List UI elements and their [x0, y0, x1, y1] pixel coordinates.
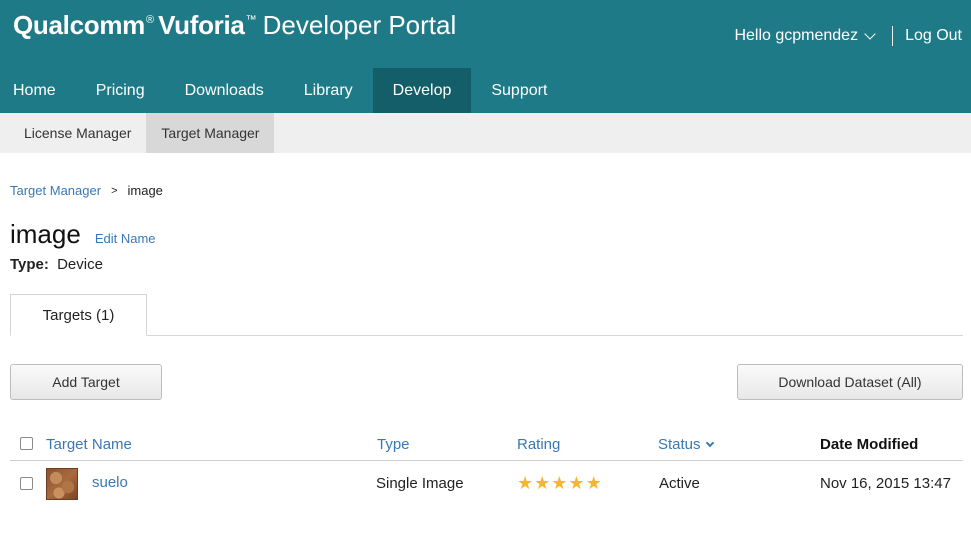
site-header: Qualcomm® Vuforia™ Developer Portal Hello … — [0, 0, 971, 113]
breadcrumb-separator: > — [111, 184, 118, 197]
column-type[interactable]: Type — [377, 436, 410, 453]
add-target-button[interactable]: Add Target — [10, 364, 162, 400]
target-status: Active — [659, 475, 700, 492]
page-title: image — [10, 219, 81, 249]
user-greeting: Hello gcpmendez — [734, 27, 859, 44]
brand-qualcomm: Qualcomm — [13, 10, 145, 40]
table-header: Target Name Type Rating Status Date Modi… — [10, 428, 963, 461]
rating-stars: ★ ★ ★ ★ ★ — [517, 473, 603, 493]
nav-pricing[interactable]: Pricing — [76, 68, 165, 113]
star-icon: ★ — [551, 473, 568, 493]
select-all-checkbox[interactable] — [20, 437, 33, 450]
target-type: Single Image — [376, 475, 464, 492]
breadcrumb-current: image — [127, 183, 163, 198]
tabs-divider — [10, 335, 963, 336]
trademark-mark: ™ — [245, 14, 257, 26]
column-date-modified: Date Modified — [820, 436, 919, 453]
star-icon: ★ — [534, 473, 551, 493]
download-dataset-button[interactable]: Download Dataset (All) — [737, 364, 963, 400]
brand-suffix: Developer Portal — [262, 10, 457, 40]
dry-soil-thumbnail[interactable] — [46, 468, 78, 500]
nav-develop[interactable]: Develop — [372, 68, 472, 113]
column-target-name[interactable]: Target Name — [46, 436, 132, 453]
target-name-link[interactable]: suelo — [92, 474, 128, 491]
registered-mark: ® — [145, 14, 155, 26]
tab-targets[interactable]: Targets (1) — [10, 294, 147, 336]
column-rating[interactable]: Rating — [517, 436, 560, 453]
star-icon: ★ — [568, 473, 585, 493]
brand-logo[interactable]: Qualcomm® Vuforia™ Developer Portal — [13, 10, 456, 41]
subnav-target-manager[interactable]: Target Manager — [146, 113, 275, 153]
type-value: Device — [57, 256, 103, 273]
nav-support[interactable]: Support — [471, 68, 567, 113]
table-row: suelo Single Image ★ ★ ★ ★ ★ Active Nov … — [10, 462, 963, 506]
star-icon: ★ — [585, 473, 602, 493]
title-row: image Edit Name — [10, 219, 156, 250]
breadcrumb-target-manager[interactable]: Target Manager — [10, 183, 101, 198]
row-checkbox[interactable] — [20, 477, 33, 490]
main-nav: Home Pricing Downloads Library Develop S… — [0, 68, 567, 113]
target-date-modified: Nov 16, 2015 13:47 — [820, 475, 951, 492]
database-type: Type: Device — [10, 256, 103, 273]
type-label: Type: — [10, 256, 49, 273]
nav-home[interactable]: Home — [0, 68, 76, 113]
sub-nav: License Manager Target Manager — [0, 113, 971, 153]
column-status[interactable]: Status — [658, 436, 714, 453]
nav-downloads[interactable]: Downloads — [165, 68, 284, 113]
logout-link[interactable]: Log Out — [905, 27, 962, 45]
edit-name-link[interactable]: Edit Name — [95, 231, 156, 246]
header-divider — [892, 26, 894, 46]
nav-library[interactable]: Library — [284, 68, 373, 113]
chevron-down-icon — [864, 28, 876, 40]
star-icon: ★ — [517, 473, 534, 493]
brand-vuforia: Vuforia — [158, 10, 245, 40]
column-status-label: Status — [658, 436, 701, 453]
subnav-license-manager[interactable]: License Manager — [0, 113, 146, 153]
breadcrumb: Target Manager > image — [10, 183, 163, 198]
user-menu: Hello gcpmendez Log Out — [734, 26, 962, 46]
sort-chevron-icon — [705, 438, 714, 448]
user-dropdown[interactable]: Hello gcpmendez — [734, 27, 878, 45]
